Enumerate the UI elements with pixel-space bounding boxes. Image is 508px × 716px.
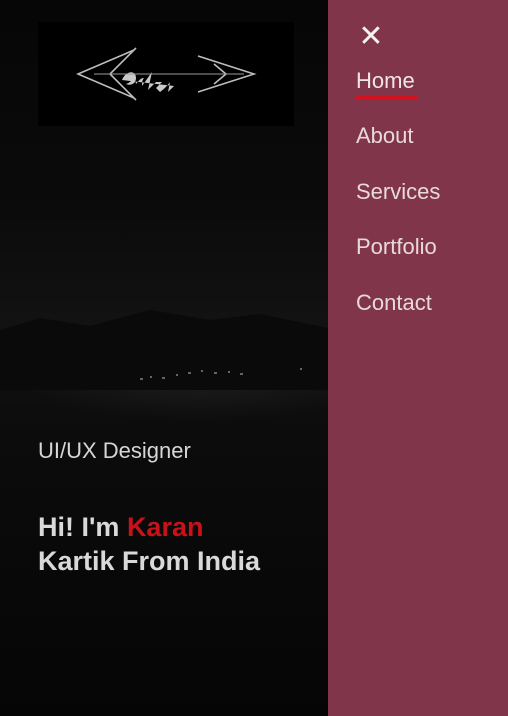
nav-item-services[interactable]: Services	[356, 179, 440, 205]
nav-item-about[interactable]: About	[356, 123, 414, 149]
signature-logo-mark	[75, 47, 257, 101]
hero-section: UI/UX Designer Hi! I'm Karan Kartik From…	[0, 0, 328, 716]
mountain-silhouette	[0, 310, 328, 390]
nav-item-contact[interactable]: Contact	[356, 290, 432, 316]
active-underline	[356, 96, 417, 99]
tagline-text: Kartik From India	[38, 546, 261, 576]
greeting-text: Hi! I'm	[38, 512, 120, 542]
role-subtitle: UI/UX Designer	[38, 438, 191, 463]
brand-logo[interactable]	[38, 22, 294, 126]
nav-item-home[interactable]: Home	[356, 68, 415, 94]
nav-item-portfolio[interactable]: Portfolio	[356, 234, 437, 260]
close-icon[interactable]: ✕	[358, 20, 384, 53]
highlighted-name: Karan	[126, 512, 204, 542]
hero-headline: Hi! I'm Karan Kartik From India	[38, 510, 318, 578]
side-navigation-menu: ✕ Home About Services Portfolio Contact	[328, 0, 508, 716]
